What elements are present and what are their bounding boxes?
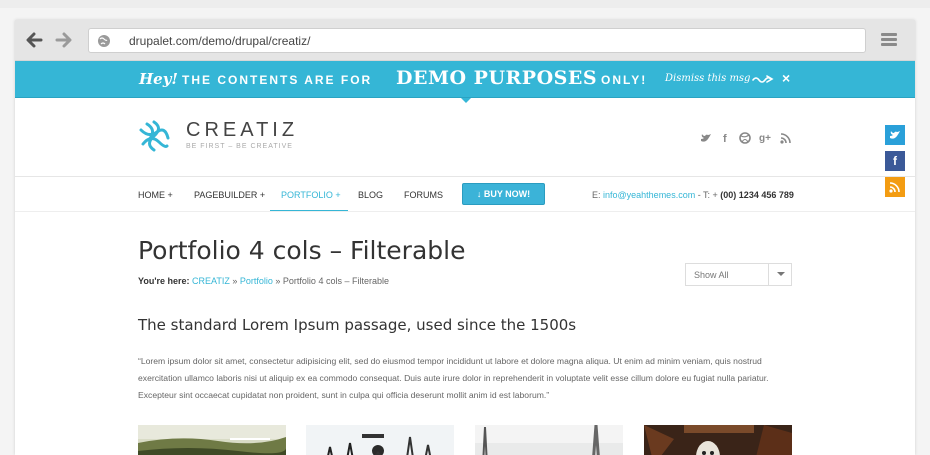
banner-contents-text: THE CONTENTS ARE FOR: [182, 73, 373, 87]
filter-value: Show All: [694, 270, 729, 280]
email-prefix: E:: [592, 190, 604, 200]
browser-toolbar: drupalet.com/demo/drupal/creatiz/: [15, 20, 915, 61]
nav-item-home[interactable]: HOME +: [138, 190, 173, 200]
demo-banner: Hey! THE CONTENTS ARE FOR DEMO PURPOSES …: [15, 61, 915, 98]
contact-info: E: info@yeahthemes.com - T: + (00) 1234 …: [592, 190, 794, 200]
header-divider: [15, 176, 915, 177]
phone-number: (00) 1234 456 789: [720, 190, 794, 200]
forward-arrow-icon[interactable]: [55, 32, 73, 48]
phone-prefix: - T: +: [695, 190, 721, 200]
nav-item-portfolio[interactable]: PORTFOLIO +: [281, 190, 341, 200]
portfolio-thumb-1[interactable]: [138, 425, 286, 455]
breadcrumb-portfolio-link[interactable]: Portfolio: [240, 276, 273, 286]
nav-divider: [15, 211, 915, 212]
rss-icon: [889, 182, 900, 193]
email-link[interactable]: info@yeahthemes.com: [603, 190, 695, 200]
close-banner-button[interactable]: ×: [782, 70, 790, 86]
dismiss-link[interactable]: Dismiss this msg: [665, 73, 750, 84]
back-arrow-icon[interactable]: [25, 32, 43, 48]
banner-hey: Hey!: [139, 70, 179, 88]
googleplus-icon[interactable]: g+: [759, 133, 771, 144]
side-facebook-button[interactable]: f: [885, 151, 905, 171]
nav-item-pagebuilder[interactable]: PAGEBUILDER +: [194, 190, 265, 200]
url-text[interactable]: drupalet.com/demo/drupal/creatiz/: [129, 34, 310, 48]
portfolio-thumb-3[interactable]: [475, 425, 623, 455]
buy-now-button[interactable]: ↓ BUY NOW!: [462, 183, 545, 205]
page-title: Portfolio 4 cols – Filterable: [138, 236, 466, 265]
download-arrow-icon: ↓: [476, 189, 482, 199]
lorem-paragraph: “Lorem ipsum dolor sit amet, consectetur…: [138, 356, 769, 400]
portfolio-thumb-4[interactable]: [644, 425, 792, 455]
banner-demo-text: DEMO PURPOSES: [396, 67, 598, 89]
hamburger-menu-icon[interactable]: [881, 33, 897, 46]
side-twitter-button[interactable]: [885, 125, 905, 145]
facebook-icon: f: [893, 154, 897, 168]
twitter-icon[interactable]: [700, 132, 712, 144]
squiggle-arrow-icon: [752, 75, 774, 83]
creatiz-logo-icon: [139, 120, 170, 152]
breadcrumb: You're here: CREATIZ » Portfolio » Portf…: [138, 276, 389, 286]
chevron-down-icon[interactable]: [768, 264, 792, 285]
nav-item-blog[interactable]: BLOG: [358, 190, 383, 200]
buy-now-label: BUY NOW!: [483, 189, 531, 199]
side-rss-button[interactable]: [885, 177, 905, 197]
breadcrumb-current: Portfolio 4 cols – Filterable: [282, 276, 389, 286]
address-bar[interactable]: drupalet.com/demo/drupal/creatiz/: [88, 28, 866, 53]
twitter-icon: [890, 131, 900, 139]
facebook-icon[interactable]: f: [723, 133, 727, 145]
breadcrumb-label: You're here:: [138, 276, 190, 286]
portfolio-thumb-2[interactable]: [306, 425, 454, 455]
nav-item-forums[interactable]: FORUMS: [404, 190, 443, 200]
dribbble-icon[interactable]: [739, 132, 751, 144]
globe-icon: [98, 35, 110, 47]
banner-notch: [461, 98, 471, 103]
browser-window: drupalet.com/demo/drupal/creatiz/ Hey! T…: [15, 20, 915, 455]
site-tagline: BE FIRST – BE CREATIVE: [186, 143, 293, 150]
site-logo-name[interactable]: CREATIZ: [186, 119, 298, 142]
banner-only-text: ONLY!: [601, 73, 648, 87]
breadcrumb-home-link[interactable]: CREATIZ: [192, 276, 230, 286]
section-heading: The standard Lorem Ipsum passage, used s…: [138, 316, 577, 334]
portfolio-filter-select[interactable]: Show All: [685, 263, 792, 286]
rss-icon[interactable]: [780, 132, 792, 144]
